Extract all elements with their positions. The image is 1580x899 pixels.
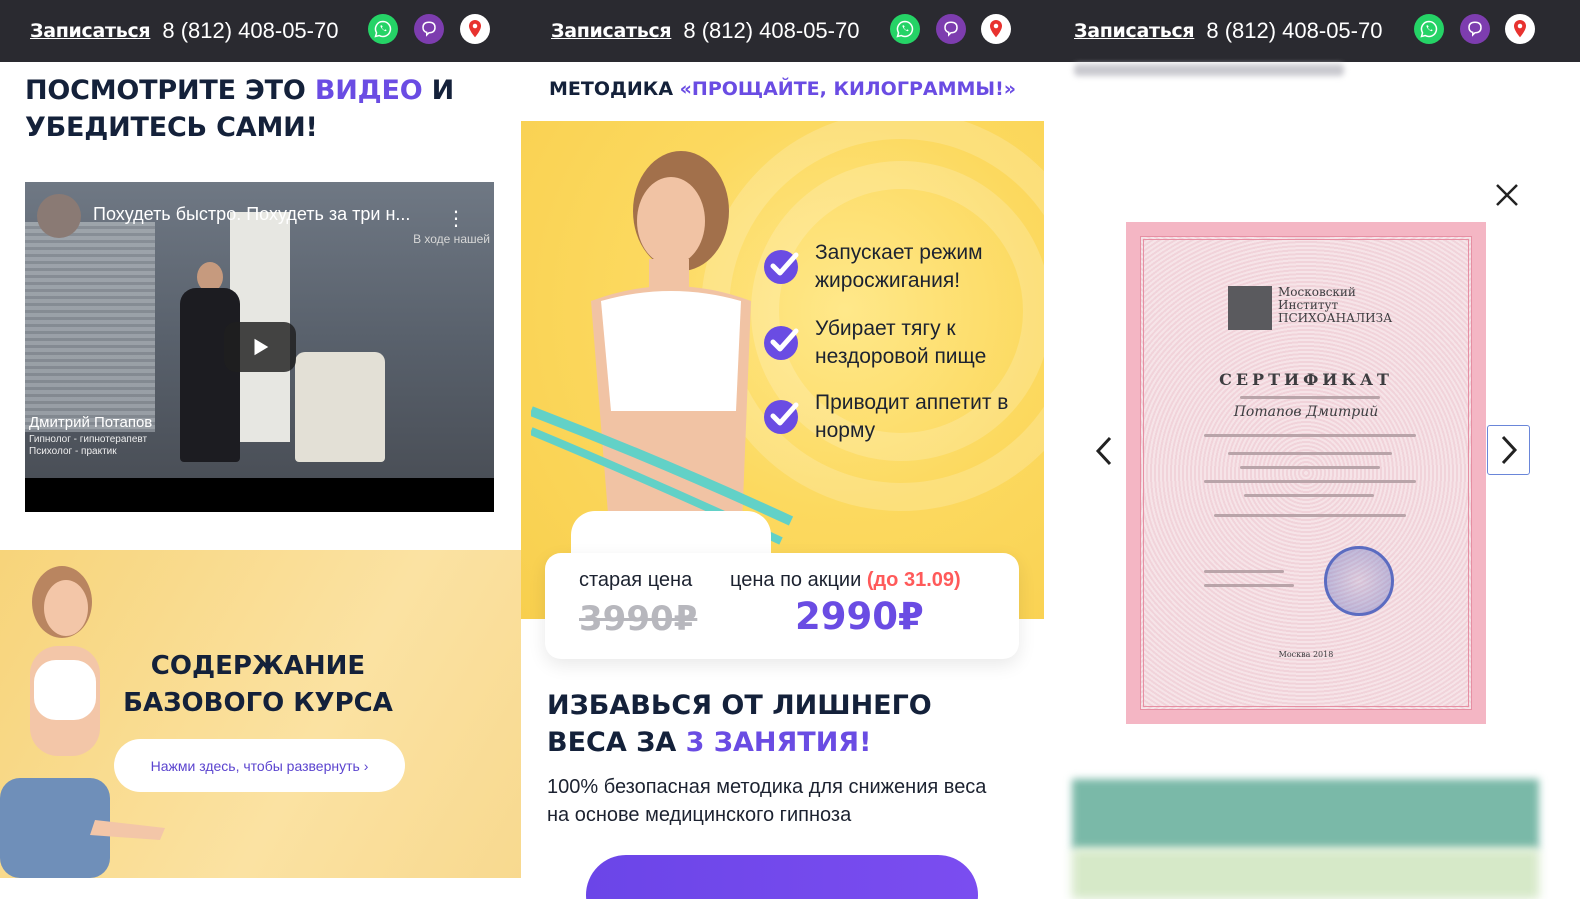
more-vert-icon[interactable]: ⋮ — [446, 206, 466, 231]
sale-price: 2990₽ — [795, 595, 924, 638]
play-icon — [254, 338, 269, 356]
method-title: МЕТОДИКА «ПРОЩАЙТЕ, КИЛОГРАММЫ!» — [548, 78, 1017, 100]
video-panel: Записаться 8 (812) 408-05-70 ПОСМОТРИТЕ … — [0, 0, 521, 899]
sale-deadline: (до 31.09) — [866, 569, 961, 591]
headline: ИЗБАВЬСЯ ОТ ЛИШНЕГО ВЕСА ЗА 3 ЗАНЯТИЯ! — [547, 690, 932, 758]
blurred-chat-header — [1072, 779, 1539, 849]
headline-description: 100% безопасная методика для снижения ве… — [547, 776, 987, 826]
phone-link[interactable]: 8 (812) 408-05-70 — [683, 18, 859, 44]
benefit-item: Приводит аппетит в норму — [763, 389, 1033, 445]
video-caption: В ходе нашей — [413, 232, 490, 246]
top-bar: Записаться 8 (812) 408-05-70 — [1044, 0, 1580, 62]
phone-link[interactable]: 8 (812) 408-05-70 — [1206, 18, 1382, 44]
certificate-title: СЕРТИФИКАТ — [1219, 370, 1393, 389]
promo-model-image — [531, 151, 794, 619]
course-title: СОДЕРЖАНИЕ БАЗОВОГО КУРСА — [123, 651, 393, 718]
youtube-video-player[interactable]: Похудеть быстро. Похудеть за три н... ⋮ … — [25, 182, 494, 512]
map-pin-icon[interactable] — [460, 14, 490, 44]
cta-button[interactable] — [586, 855, 978, 899]
old-price-label: старая цена — [579, 569, 693, 591]
promo-panel: Записаться 8 (812) 408-05-70 МЕТОДИКА «П… — [521, 0, 1044, 899]
map-pin-icon[interactable] — [1505, 14, 1535, 44]
top-bar: Записаться 8 (812) 408-05-70 — [521, 0, 1044, 62]
whatsapp-icon[interactable] — [368, 14, 398, 44]
old-price: 3990₽ — [579, 599, 698, 639]
whatsapp-icon[interactable] — [890, 14, 920, 44]
check-icon — [764, 250, 799, 284]
map-pin-icon[interactable] — [981, 14, 1011, 44]
institute-logo — [1228, 286, 1272, 330]
expand-course-button[interactable]: Нажми здесь, чтобы развернуть › — [114, 739, 405, 792]
whatsapp-icon[interactable] — [1414, 14, 1444, 44]
speaker-role: Гипнолог - гипнотерапевт — [29, 434, 148, 445]
speaker-name: Дмитрий Потапов — [29, 414, 153, 431]
check-icon — [764, 400, 799, 434]
viber-icon[interactable] — [936, 14, 966, 44]
price-card: старая цена 3990₽ цена по акции (до 31.0… — [545, 553, 1019, 659]
benefit-item: Убирает тягу к нездоровой пище — [763, 315, 1033, 371]
institute-name: Московский Институт ПСИХОАНАЛИЗА — [1278, 285, 1393, 325]
course-contents-banner: СОДЕРЖАНИЕ БАЗОВОГО КУРСА Нажми здесь, ч… — [0, 550, 521, 878]
signup-link[interactable]: Записаться — [30, 20, 151, 42]
speaker-role: Психолог - практик — [29, 446, 117, 457]
blurred-chat-message — [1072, 849, 1539, 899]
signup-link[interactable]: Записаться — [551, 20, 672, 42]
benefit-item: Запускает режим жиросжигания! — [763, 239, 1033, 295]
blurred-background-text — [1074, 64, 1344, 76]
certificate-lightbox: Записаться 8 (812) 408-05-70 Московский … — [1044, 0, 1580, 899]
viber-icon[interactable] — [1460, 14, 1490, 44]
phone-link[interactable]: 8 (812) 408-05-70 — [162, 18, 338, 44]
viber-icon[interactable] — [414, 14, 444, 44]
video-section-title: ПОСМОТРИТЕ ЭТО ВИДЕО И УБЕДИТЕСЬ САМИ! — [25, 75, 455, 143]
signup-link[interactable]: Записаться — [1074, 20, 1195, 42]
next-arrow-icon[interactable] — [1487, 425, 1530, 475]
play-button[interactable] — [224, 322, 296, 372]
check-icon — [764, 326, 799, 360]
previous-arrow-icon[interactable] — [1090, 433, 1118, 469]
certificate-image: Московский Институт ПСИХОАНАЛИЗА СЕРТИФИ… — [1126, 222, 1486, 724]
promo-banner: Запускает режим жиросжигания! Убирает тя… — [521, 121, 1044, 619]
sale-price-label: цена по акции (до 31.09) — [730, 569, 961, 591]
close-icon[interactable] — [1490, 178, 1524, 212]
seal-stamp — [1324, 546, 1394, 616]
certificate-holder: Потапов Дмитрий — [1233, 404, 1379, 420]
channel-avatar[interactable] — [37, 194, 81, 238]
video-title[interactable]: Похудеть быстро. Похудеть за три н... — [93, 204, 443, 225]
top-bar: Записаться 8 (812) 408-05-70 — [0, 0, 521, 62]
certificate-city: Москва 2018 — [1278, 650, 1334, 659]
